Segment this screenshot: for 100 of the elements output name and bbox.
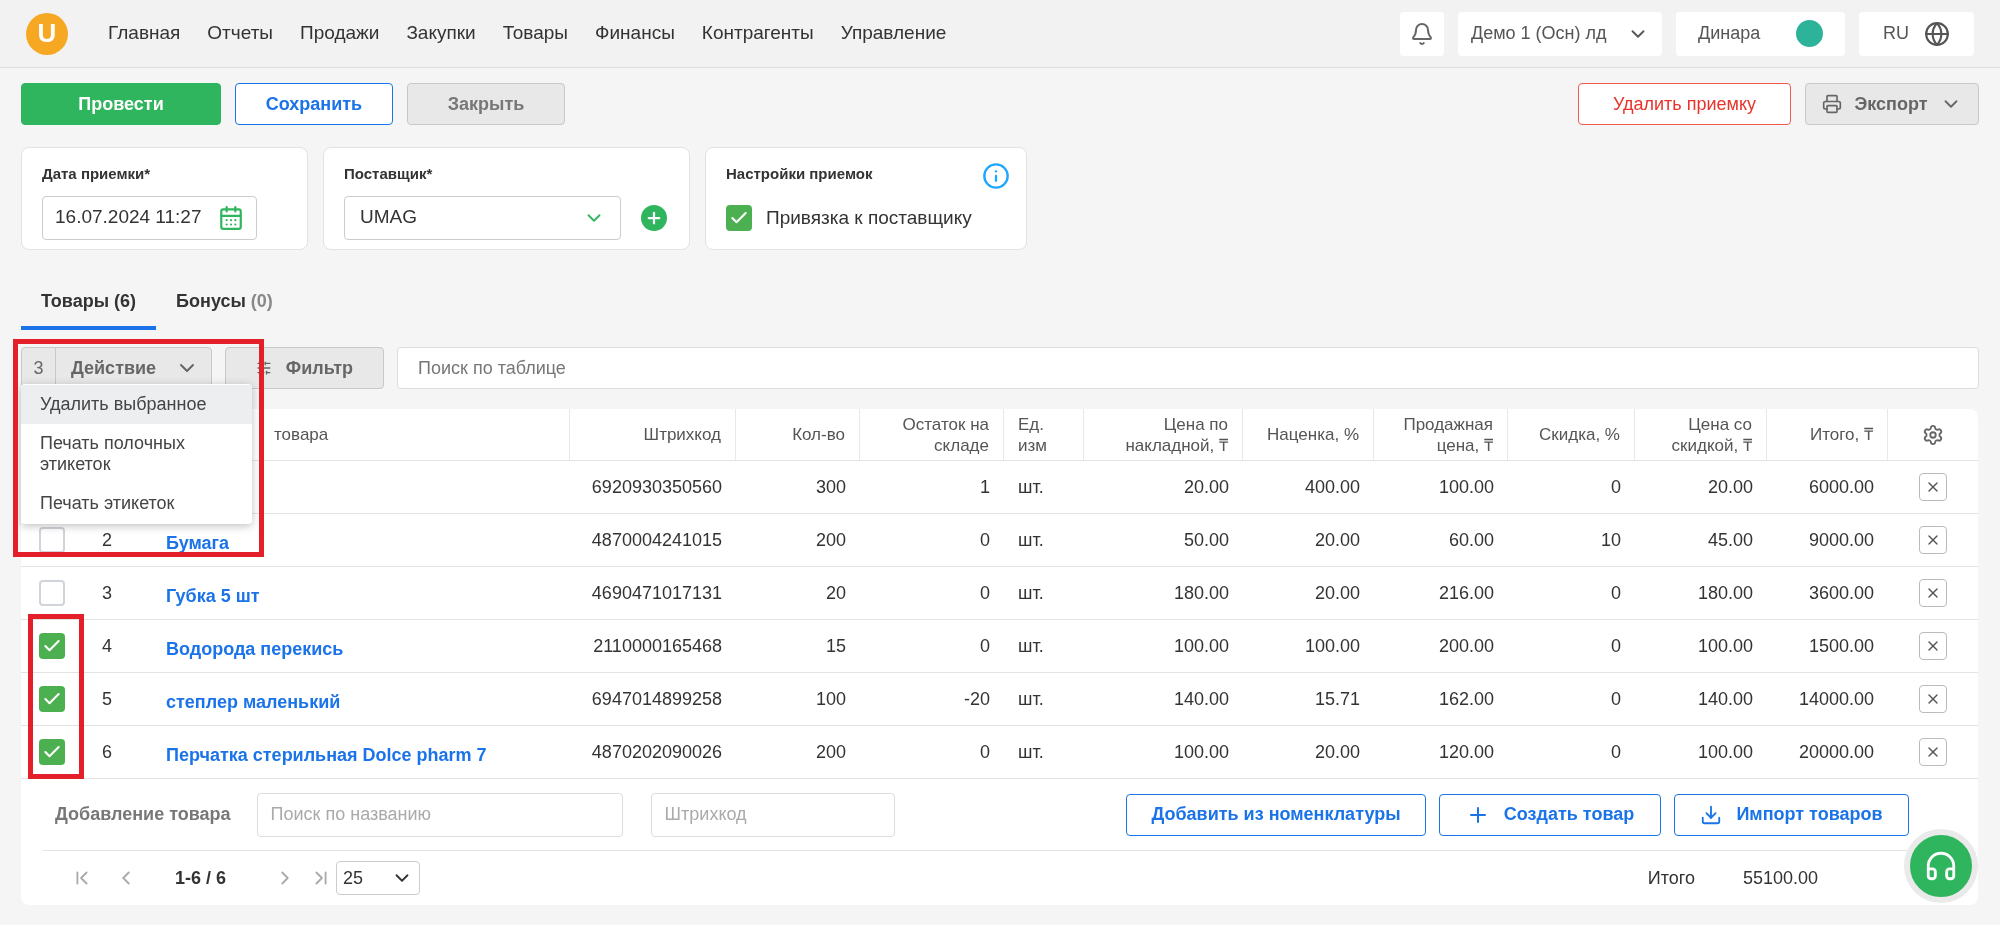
table-cell-text: 2110000165468	[593, 634, 722, 658]
total-label: Итого	[1647, 866, 1695, 890]
column-header: Ед. изм	[1018, 413, 1048, 456]
table-cell-text: 180.00	[1173, 581, 1229, 605]
table-cell-text: 100.00	[1697, 634, 1753, 658]
checkbox[interactable]	[38, 633, 65, 659]
action-button[interactable]: Закрыть	[407, 83, 565, 125]
table-cell-text: 10	[1600, 528, 1621, 552]
checkbox[interactable]	[38, 580, 65, 606]
checkbox[interactable]	[726, 204, 752, 231]
table-cell-text: 140.00	[1173, 687, 1229, 711]
table-cell-text: 15	[825, 634, 846, 658]
nav-link[interactable]: Отчеты	[207, 19, 273, 48]
info-icon	[982, 162, 1010, 190]
store-dropdown[interactable]: Демо 1 (Осн) лд	[1458, 11, 1662, 56]
menu-item[interactable]: Печать этикеток	[21, 484, 252, 523]
action-label: Действие	[71, 356, 157, 380]
nav-link[interactable]: Финансы	[595, 19, 675, 48]
table-cell-text: 14000.00	[1798, 687, 1874, 711]
tab[interactable]: Бонусы (0)	[156, 277, 293, 330]
table-cell-text: 0	[980, 634, 990, 658]
column-header: Штрихкод	[643, 424, 721, 445]
table-cell-text: 20.00	[1314, 740, 1360, 764]
product-link[interactable]: Водорода перекись	[166, 635, 344, 663]
filter-icon	[256, 358, 272, 378]
table-cell-text: 162.00	[1438, 687, 1494, 711]
table-cell-text: 300	[815, 475, 846, 499]
table-cell-text: 0	[980, 740, 990, 764]
card-title: Настройки приемок	[726, 164, 873, 184]
filter-button[interactable]: Фильтр	[225, 347, 384, 389]
remove-button[interactable]	[1918, 526, 1947, 554]
name-search-field[interactable]: Поиск по названию	[256, 792, 623, 837]
table-cell-text: 20.00	[1314, 528, 1360, 552]
table-cell-text: 20	[825, 581, 846, 605]
tab[interactable]: Товары (6)	[21, 277, 157, 330]
total-value: 55100.00	[1742, 866, 1818, 890]
column-header: Скидка, %	[1539, 424, 1620, 445]
table-cell-text: 100	[815, 687, 846, 711]
table-cell-text: 100.00	[1173, 740, 1229, 764]
checkbox[interactable]	[38, 739, 65, 765]
column-header: Наценка, %	[1267, 424, 1359, 445]
table-cell-text: 3600.00	[1808, 581, 1874, 605]
add-button[interactable]: Добавить из номенклатуры	[1126, 793, 1426, 836]
table-cell-text: 0	[980, 528, 990, 552]
table-search-field[interactable]: Поиск по таблице	[397, 347, 1979, 389]
table-cell-text: 100.00	[1438, 475, 1494, 499]
column-header: товара	[274, 424, 329, 445]
table-cell-text: 0	[1611, 581, 1621, 605]
notifications-button[interactable]	[1400, 11, 1444, 56]
table-cell-text: 1500.00	[1808, 634, 1874, 658]
table-cell-text: 400.00	[1304, 475, 1360, 499]
remove-button[interactable]	[1918, 738, 1947, 766]
remove-button[interactable]	[1918, 473, 1947, 501]
language-button[interactable]: RU	[1859, 11, 1974, 56]
remove-button[interactable]	[1918, 685, 1947, 713]
nav-link[interactable]: Товары	[502, 19, 569, 48]
table-cell-text: 0	[1611, 740, 1621, 764]
add-button[interactable]: Создать товар	[1439, 793, 1661, 836]
menu-item[interactable]: Печать полочных этикеток	[21, 424, 252, 484]
table-cell-text: 200	[815, 740, 846, 764]
table-cell-text: 200.00	[1438, 634, 1494, 658]
supplier-select[interactable]: UMAG	[344, 195, 621, 240]
product-link[interactable]: Бумага	[166, 529, 230, 557]
product-link[interactable]: Губка 5 шт	[166, 582, 260, 610]
remove-button[interactable]	[1918, 632, 1947, 660]
product-link[interactable]: степлер маленький	[166, 688, 341, 716]
remove-button[interactable]	[1918, 579, 1947, 607]
nav-link[interactable]: Главная	[108, 19, 181, 48]
table-cell-text: шт.	[1018, 581, 1044, 605]
menu-item[interactable]: Удалить выбранное	[21, 385, 252, 424]
add-icon[interactable]	[641, 204, 667, 231]
export-button[interactable]: Экспорт	[1805, 83, 1979, 125]
product-link[interactable]: Перчатка стерильная Dolce pharm 7	[166, 741, 487, 769]
table-cell-text: 4690471017131	[591, 581, 722, 605]
table-cell-text: 100.00	[1304, 634, 1360, 658]
add-product-label: Добавление товара	[55, 803, 231, 826]
table-cell-text: 120.00	[1438, 740, 1494, 764]
nav-link[interactable]: Продажи	[300, 19, 380, 48]
table-cell-text: 140.00	[1697, 687, 1753, 711]
printer-icon	[1822, 94, 1842, 114]
nav-link[interactable]: Управление	[840, 19, 947, 48]
action-button[interactable]: Сохранить	[235, 83, 393, 125]
date-field[interactable]: 16.07.2024 11:27	[42, 195, 257, 240]
table-cell-text: 100.00	[1173, 634, 1229, 658]
table-cell-text: 200	[815, 528, 846, 552]
nav-link[interactable]: Закупки	[406, 19, 476, 48]
checkbox[interactable]	[38, 527, 65, 553]
page-size-select[interactable]: 25	[336, 861, 421, 895]
delete-button[interactable]: Удалить приемку	[1578, 83, 1791, 125]
table-cell-text: 216.00	[1438, 581, 1494, 605]
table-cell-text: 20.00	[1707, 475, 1753, 499]
add-button[interactable]: Импорт товаров	[1674, 793, 1909, 836]
table-cell-text: 0	[980, 581, 990, 605]
table-cell-text: 45.00	[1707, 528, 1753, 552]
barcode-field[interactable]: Штрихкод	[650, 792, 895, 837]
user-button[interactable]: Динара	[1676, 11, 1845, 56]
checkbox[interactable]	[38, 686, 65, 712]
calendar-icon	[218, 204, 244, 231]
table-cell-text: шт.	[1018, 634, 1044, 658]
nav-link[interactable]: Контрагенты	[701, 19, 814, 48]
